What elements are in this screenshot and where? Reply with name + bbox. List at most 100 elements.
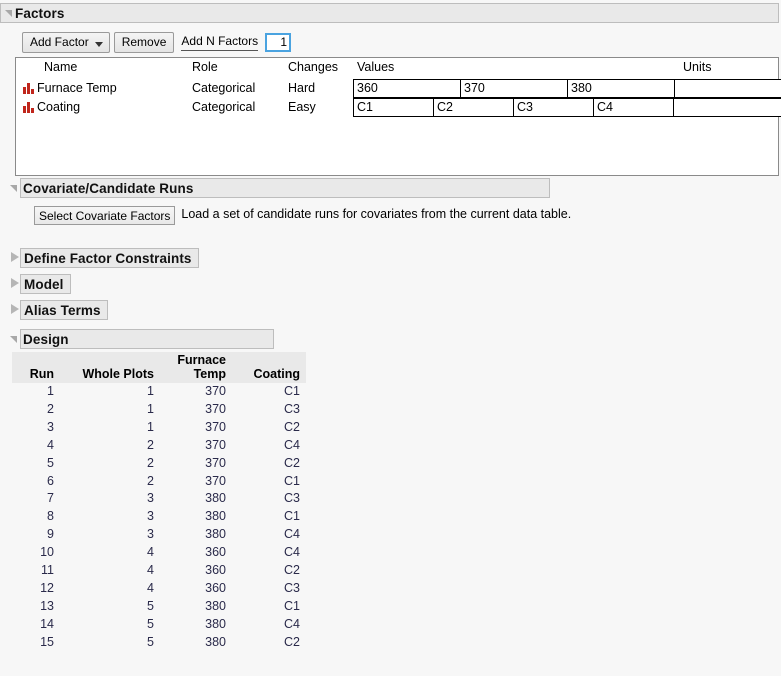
- design-cell-furnace-temp: 380: [160, 490, 232, 509]
- design-cell-run: 9: [12, 526, 60, 545]
- design-cell-furnace-temp: 360: [160, 544, 232, 563]
- remove-label: Remove: [121, 35, 167, 49]
- design-cell-coating: C4: [232, 544, 306, 563]
- define-factor-constraints-section: Define Factor Constraints: [8, 248, 199, 268]
- design-table-row[interactable]: 10 4 360 C4: [12, 544, 306, 563]
- covariate-section-header[interactable]: Covariate/Candidate Runs: [20, 178, 550, 198]
- design-column-furnace-temp[interactable]: Furnace Temp: [160, 352, 232, 383]
- design-section: Design: [8, 329, 274, 349]
- factor-units-cell[interactable]: [673, 98, 781, 117]
- factors-table: Name Role Changes Values Units Furnace T…: [15, 57, 781, 176]
- design-section-title: Design: [23, 331, 69, 347]
- design-cell-run: 1: [12, 383, 60, 401]
- alias-terms-header[interactable]: Alias Terms: [20, 300, 108, 320]
- factor-row[interactable]: Furnace Temp Categorical Hard 360 370 38…: [16, 79, 781, 98]
- design-table-row[interactable]: 12 4 360 C3: [12, 579, 306, 598]
- design-table-row[interactable]: 3 1 370 C2: [12, 418, 306, 437]
- factors-column-name: Name: [44, 60, 78, 74]
- design-cell-furnace-temp: 370: [160, 418, 232, 437]
- design-table: Run Whole Plots Furnace Temp Coating 1 1 37…: [12, 352, 306, 652]
- design-cell-coating: C2: [232, 633, 306, 652]
- design-table-row[interactable]: 1 1 370 C1: [12, 383, 306, 401]
- design-cell-coating: C2: [232, 562, 306, 580]
- factor-level-cell[interactable]: C1: [353, 98, 433, 117]
- design-cell-coating: C1: [232, 508, 306, 527]
- design-cell-run: 11: [12, 562, 60, 580]
- factor-role[interactable]: Categorical: [192, 100, 255, 114]
- design-cell-furnace-temp: 370: [160, 436, 232, 455]
- design-table-row[interactable]: 7 3 380 C3: [12, 490, 306, 509]
- design-cell-whole-plots: 5: [60, 597, 160, 616]
- factors-column-units: Units: [683, 60, 712, 74]
- design-cell-whole-plots: 4: [60, 579, 160, 598]
- covariate-body: Select Covariate Factors Load a set of c…: [34, 206, 581, 225]
- categorical-bar-icon: [23, 83, 35, 94]
- design-cell-run: 2: [12, 400, 60, 419]
- design-cell-run: 7: [12, 490, 60, 509]
- factor-level-cell[interactable]: 370: [460, 79, 567, 98]
- factor-level-cell[interactable]: 380: [567, 79, 674, 98]
- select-covariate-factors-button[interactable]: Select Covariate Factors: [34, 206, 176, 225]
- design-cell-whole-plots: 1: [60, 400, 160, 419]
- factors-section-title: Factors: [15, 5, 65, 21]
- factors-column-role: Role: [192, 60, 218, 74]
- design-cell-furnace-temp: 370: [160, 383, 232, 401]
- factor-level-cell[interactable]: C4: [593, 98, 673, 117]
- factor-name: Coating: [37, 100, 81, 114]
- design-column-run-label: Run: [29, 367, 54, 381]
- design-table-row[interactable]: 14 5 380 C4: [12, 615, 306, 634]
- design-cell-run: 15: [12, 633, 60, 652]
- design-cell-furnace-temp: 380: [160, 615, 232, 634]
- design-table-row[interactable]: 9 3 380 C4: [12, 526, 306, 545]
- factor-row[interactable]: Coating Categorical Easy C1 C2 C3 C4: [16, 98, 781, 117]
- factor-units-cell[interactable]: [674, 79, 781, 98]
- design-column-run[interactable]: Run: [12, 352, 60, 383]
- design-cell-run: 3: [12, 418, 60, 437]
- design-table-row[interactable]: 5 2 370 C2: [12, 454, 306, 473]
- design-cell-furnace-temp: 360: [160, 579, 232, 598]
- factor-levels: 360 370 380: [353, 79, 781, 98]
- add-factor-label: Add Factor: [30, 35, 89, 49]
- factor-name: Furnace Temp: [37, 81, 117, 95]
- design-column-whole-plots[interactable]: Whole Plots: [60, 352, 160, 383]
- factor-level-cell[interactable]: C3: [513, 98, 593, 117]
- covariate-section-title: Covariate/Candidate Runs: [23, 180, 194, 196]
- factor-changes[interactable]: Easy: [288, 100, 316, 114]
- model-title: Model: [24, 276, 64, 292]
- factor-role[interactable]: Categorical: [192, 81, 255, 95]
- design-table-row[interactable]: 6 2 370 C1: [12, 472, 306, 491]
- design-table-row[interactable]: 8 3 380 C1: [12, 508, 306, 527]
- covariate-description: Load a set of candidate runs for covaria…: [181, 207, 572, 221]
- add-n-factors-input[interactable]: [265, 32, 292, 52]
- model-header[interactable]: Model: [20, 274, 71, 294]
- design-cell-run: 13: [12, 597, 60, 616]
- covariate-section: Covariate/Candidate Runs: [8, 178, 550, 198]
- design-table-row[interactable]: 11 4 360 C2: [12, 562, 306, 580]
- factor-levels: C1 C2 C3 C4: [353, 98, 781, 117]
- factors-disclosure-triangle-icon[interactable]: [3, 3, 15, 23]
- design-cell-coating: C4: [232, 526, 306, 545]
- alias-terms-section: Alias Terms: [8, 300, 108, 320]
- design-cell-coating: C3: [232, 579, 306, 598]
- design-table-row[interactable]: 13 5 380 C1: [12, 597, 306, 616]
- design-column-furnace-temp-line2: Temp: [193, 367, 226, 381]
- design-table-row[interactable]: 15 5 380 C2: [12, 633, 306, 652]
- design-table-row[interactable]: 2 1 370 C3: [12, 400, 306, 419]
- design-cell-whole-plots: 2: [60, 454, 160, 473]
- design-cell-furnace-temp: 370: [160, 400, 232, 419]
- factor-level-cell[interactable]: 360: [353, 79, 460, 98]
- design-table-header-row: Run Whole Plots Furnace Temp Coating: [12, 352, 306, 383]
- add-factor-button[interactable]: Add Factor: [22, 31, 110, 53]
- design-section-header[interactable]: Design: [20, 329, 274, 349]
- define-factor-constraints-header[interactable]: Define Factor Constraints: [20, 248, 199, 268]
- design-cell-coating: C4: [232, 615, 306, 634]
- design-cell-coating: C3: [232, 400, 306, 419]
- factors-section-header[interactable]: Factors: [0, 3, 779, 23]
- design-cell-coating: C1: [232, 472, 306, 491]
- design-table-row[interactable]: 4 2 370 C4: [12, 436, 306, 455]
- remove-factor-button[interactable]: Remove: [113, 31, 175, 53]
- design-cell-run: 4: [12, 436, 60, 455]
- design-column-coating[interactable]: Coating: [232, 352, 306, 383]
- factor-level-cell[interactable]: C2: [433, 98, 513, 117]
- factor-changes[interactable]: Hard: [288, 81, 315, 95]
